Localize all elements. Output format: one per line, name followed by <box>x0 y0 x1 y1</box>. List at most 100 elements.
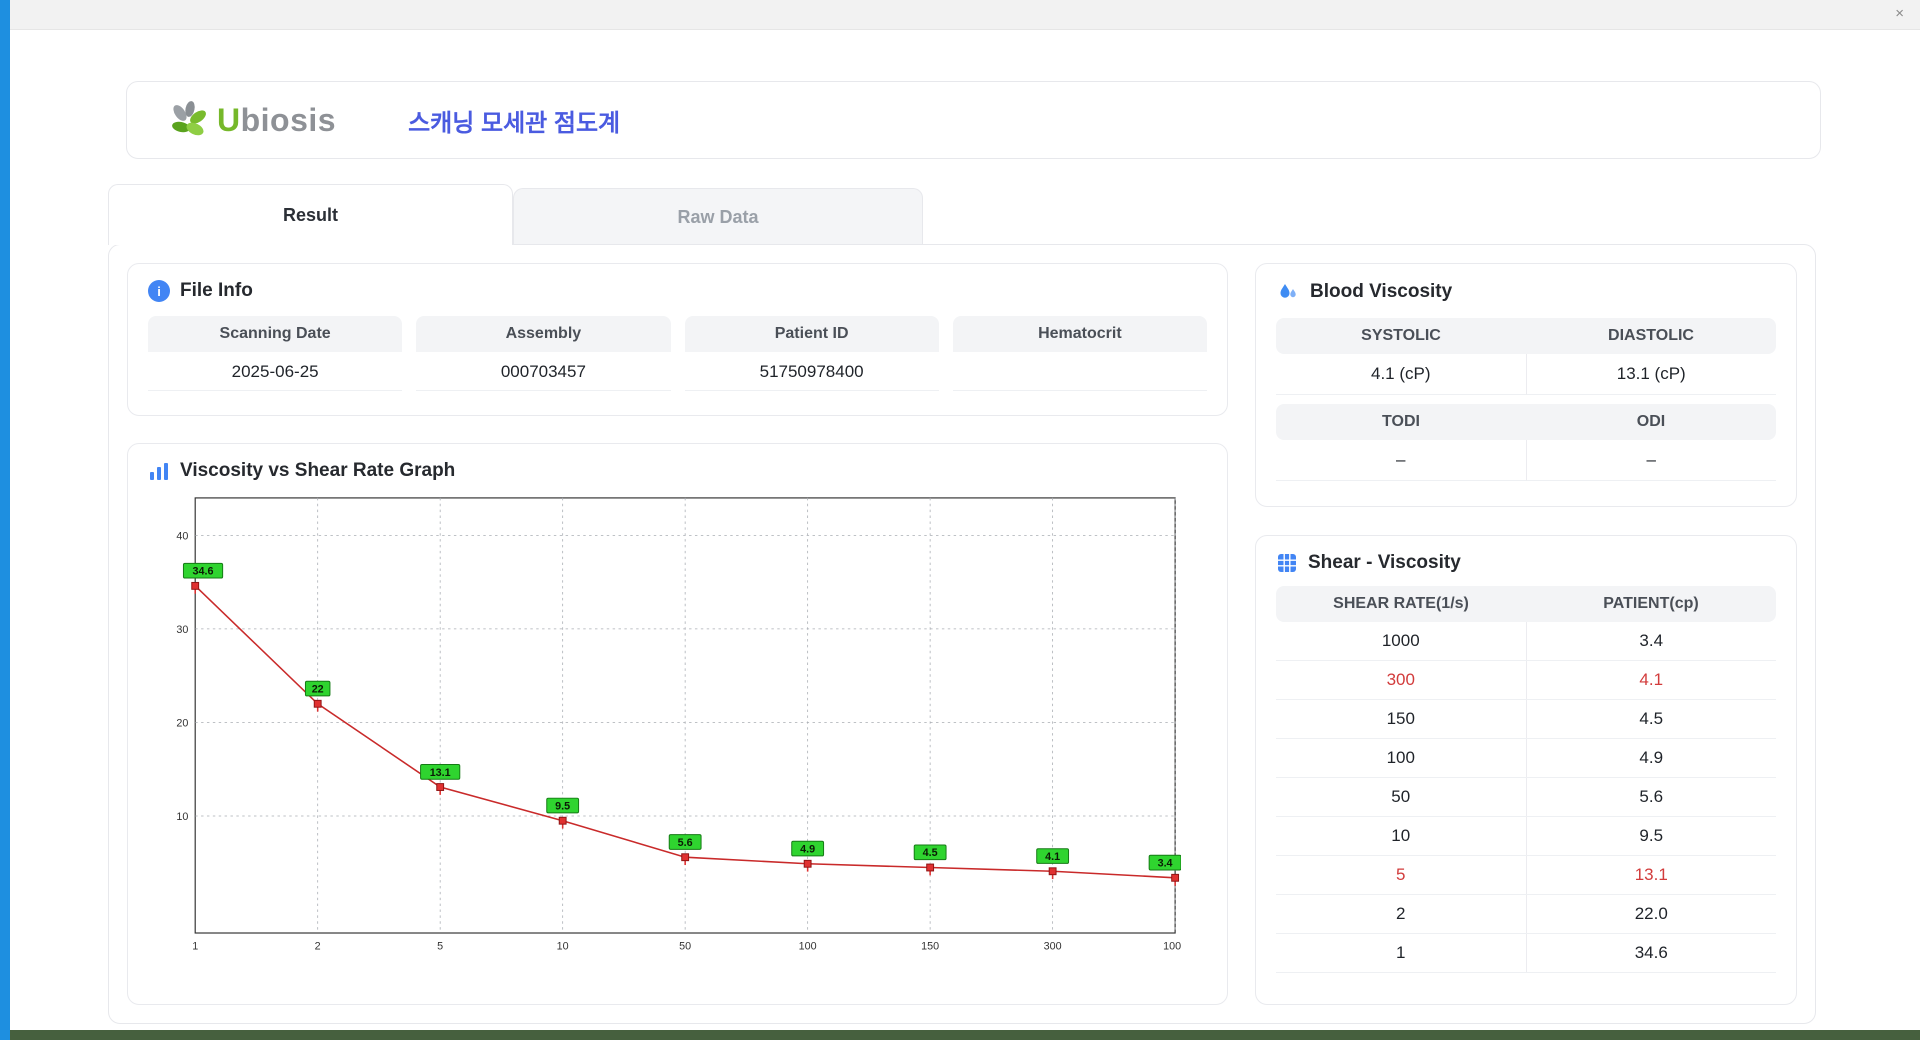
todi-value: – <box>1276 440 1526 481</box>
patient-cp-cell: 9.5 <box>1525 817 1777 855</box>
field-patient-id: Patient ID 51750978400 <box>684 316 939 391</box>
table-row: 10 9.5 <box>1276 817 1776 856</box>
svg-text:9.5: 9.5 <box>555 800 570 812</box>
svg-text:1000: 1000 <box>1163 940 1181 952</box>
tab-raw-data[interactable]: Raw Data <box>513 188 923 244</box>
svg-text:3.4: 3.4 <box>1158 857 1173 869</box>
field-assembly: Assembly 000703457 <box>416 316 671 391</box>
graph-title: Viscosity vs Shear Rate Graph <box>180 459 456 481</box>
file-info-fields: Scanning Date 2025-06-25 Assembly 000703… <box>148 316 1207 391</box>
desktop-edge-strip <box>0 0 10 1040</box>
patient-cp-cell: 13.1 <box>1525 856 1777 894</box>
ubiosis-leaf-icon <box>172 101 206 136</box>
table-row: 2 22.0 <box>1276 895 1776 934</box>
svg-text:4.1: 4.1 <box>1045 851 1060 863</box>
svg-text:150: 150 <box>921 940 939 952</box>
odi-header: ODI <box>1526 404 1776 440</box>
systolic-header: SYSTOLIC <box>1276 318 1526 354</box>
patient-cp-cell: 4.9 <box>1525 739 1777 777</box>
svg-text:20: 20 <box>176 717 188 729</box>
shear-viscosity-table: SHEAR RATE(1/s) PATIENT(cp) 1000 3.4 300… <box>1276 586 1776 973</box>
ubiosis-logo: Ubiosis <box>167 99 336 141</box>
svg-text:40: 40 <box>176 530 188 542</box>
shear-rate-cell: 1000 <box>1381 631 1420 650</box>
left-column: i File Info Scanning Date 2025-06-25 Ass… <box>127 263 1228 1005</box>
svg-text:13.1: 13.1 <box>430 767 451 779</box>
field-label: Assembly <box>416 316 671 352</box>
file-info-title-row: i File Info <box>148 280 1207 302</box>
svg-text:300: 300 <box>1044 940 1062 952</box>
app-window: × Ubiosis 스캐닝 모세관 점도계 Result Raw Data i … <box>10 0 1920 1030</box>
shear-rate-cell: 50 <box>1391 787 1411 806</box>
table-row: TODI ODI <box>1276 404 1776 440</box>
shear-rate-cell: 150 <box>1386 709 1415 728</box>
shear-rate-cell: 5 <box>1396 865 1406 884</box>
file-info-card: i File Info Scanning Date 2025-06-25 Ass… <box>127 263 1228 416</box>
svg-text:34.6: 34.6 <box>193 565 214 577</box>
patient-cp-cell: 22.0 <box>1525 895 1777 933</box>
table-row: – – <box>1276 440 1776 481</box>
table-header-row: SHEAR RATE(1/s) PATIENT(cp) <box>1276 586 1776 622</box>
right-column: Blood Viscosity SYSTOLIC DIASTOLIC 4.1 (… <box>1255 263 1797 1005</box>
shear-viscosity-card: Shear - Viscosity SHEAR RATE(1/s) PATIEN… <box>1255 535 1797 1005</box>
table-row: 150 4.5 <box>1276 700 1776 739</box>
patient-cp-cell: 4.1 <box>1525 661 1777 699</box>
shear-rate-cell: 2 <box>1396 904 1406 923</box>
field-hematocrit: Hematocrit <box>952 316 1207 391</box>
shear-viscosity-title-row: Shear - Viscosity <box>1276 552 1776 574</box>
patient-cp-column-header: PATIENT(cp) <box>1526 586 1776 622</box>
svg-text:5: 5 <box>437 940 443 952</box>
field-value: 2025-06-25 <box>148 352 403 391</box>
blood-viscosity-title: Blood Viscosity <box>1310 281 1453 302</box>
shear-viscosity-title: Shear - Viscosity <box>1308 552 1461 573</box>
close-icon[interactable]: × <box>1895 4 1904 24</box>
systolic-value: 4.1 (cP) <box>1276 354 1526 395</box>
graph-title-row: Viscosity vs Shear Rate Graph <box>148 460 1207 482</box>
blood-viscosity-card: Blood Viscosity SYSTOLIC DIASTOLIC 4.1 (… <box>1255 263 1797 507</box>
table-row: 1 34.6 <box>1276 934 1776 973</box>
field-value: 51750978400 <box>684 352 939 391</box>
table-row: 4.1 (cP) 13.1 (cP) <box>1276 354 1776 395</box>
brand-name: Ubiosis <box>217 102 337 138</box>
patient-cp-cell: 3.4 <box>1525 622 1777 660</box>
shear-rate-cell: 10 <box>1391 826 1411 845</box>
svg-text:1: 1 <box>192 940 198 952</box>
bar-chart-icon <box>150 462 168 480</box>
tab-result[interactable]: Result <box>108 184 513 245</box>
field-value <box>952 352 1207 391</box>
page-title: 스캐닝 모세관 점도계 <box>408 109 621 137</box>
shear-rate-cell: 100 <box>1386 748 1415 767</box>
viscosity-chart-svg: 10 20 30 40 1 2 5 10 50 100 150 300 1000 34.6 22 13.1 9.… <box>176 497 1181 952</box>
table-row: SYSTOLIC DIASTOLIC <box>1276 318 1776 354</box>
tab-bar: Result Raw Data <box>108 184 1920 245</box>
file-info-title: File Info <box>180 280 253 301</box>
table-row: 50 5.6 <box>1276 778 1776 817</box>
app-header: Ubiosis 스캐닝 모세관 점도계 <box>126 81 1821 159</box>
patient-cp-cell: 5.6 <box>1525 778 1777 816</box>
svg-text:4.9: 4.9 <box>800 843 815 855</box>
field-label: Patient ID <box>684 316 939 352</box>
svg-text:100: 100 <box>799 940 817 952</box>
blood-viscosity-table: SYSTOLIC DIASTOLIC 4.1 (cP) 13.1 (cP) TO… <box>1276 318 1776 481</box>
info-icon: i <box>148 280 170 302</box>
svg-text:4.5: 4.5 <box>923 847 938 859</box>
svg-text:10: 10 <box>176 811 188 823</box>
diastolic-header: DIASTOLIC <box>1526 318 1776 354</box>
shear-rate-cell: 1 <box>1396 943 1406 962</box>
viscosity-graph-card: Viscosity vs Shear Rate Graph 10 20 30 40 1 2… <box>127 442 1228 1005</box>
table-body: 1000 3.4 300 4.1 150 4.5 100 4.9 50 5.6 … <box>1276 622 1776 973</box>
table-row: 100 4.9 <box>1276 739 1776 778</box>
todi-header: TODI <box>1276 404 1526 440</box>
odi-value: – <box>1525 440 1776 481</box>
svg-text:30: 30 <box>176 624 188 636</box>
table-row: 300 4.1 <box>1276 661 1776 700</box>
viscosity-chart: 10 20 30 40 1 2 5 10 50 100 150 300 1000 34.6 22 13.1 9.… <box>148 494 1207 964</box>
field-value: 000703457 <box>416 352 671 391</box>
table-row: 1000 3.4 <box>1276 622 1776 661</box>
svg-text:50: 50 <box>679 940 691 952</box>
svg-text:5.6: 5.6 <box>678 837 693 849</box>
field-label: Hematocrit <box>952 316 1207 352</box>
svg-text:22: 22 <box>312 683 324 695</box>
patient-cp-cell: 4.5 <box>1525 700 1777 738</box>
svg-text:2: 2 <box>315 940 321 952</box>
